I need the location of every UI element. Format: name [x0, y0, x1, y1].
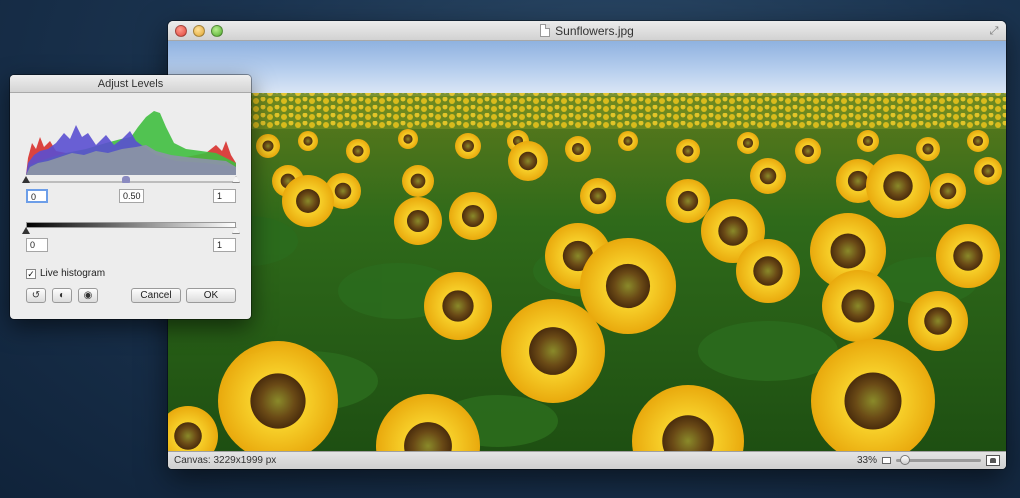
zoom-percent: 33%: [856, 455, 877, 466]
output-black-point-handle[interactable]: [22, 227, 30, 234]
window-title: Sunflowers.jpg: [555, 23, 634, 38]
zoom-slider-knob[interactable]: [899, 455, 910, 465]
output-gradient-bar: [26, 222, 236, 228]
preview-button[interactable]: ◉: [78, 288, 98, 303]
auto-contrast-button[interactable]: ◐: [52, 288, 72, 303]
input-gamma-field[interactable]: 0.50: [119, 189, 144, 203]
input-white-point-handle[interactable]: [232, 176, 240, 183]
fullscreen-icon[interactable]: ⤢: [988, 25, 1000, 37]
document-icon: [540, 24, 551, 37]
preview-eye-icon: ◉: [83, 290, 93, 301]
zoom-window-button[interactable]: [211, 25, 223, 37]
input-white-field[interactable]: 1: [213, 189, 236, 203]
image-window: Sunflowers.jpg ⤢ Canvas: 3229x1999 px 33…: [168, 21, 1006, 469]
input-levels-slider[interactable]: [26, 181, 236, 183]
input-gamma-handle[interactable]: [122, 176, 130, 183]
reset-icon: ↺: [31, 290, 41, 301]
cancel-button[interactable]: Cancel: [131, 288, 181, 303]
live-histogram-label[interactable]: Live histogram: [40, 268, 105, 279]
input-black-field[interactable]: 0: [26, 189, 48, 203]
contrast-icon: ◐: [58, 290, 66, 301]
status-bar: Canvas: 3229x1999 px 33%: [168, 451, 1006, 469]
live-histogram-row[interactable]: ✓ Live histogram: [26, 268, 105, 279]
adjust-levels-panel: Adjust Levels 0 0.50 1 0 1 ✓ Live histog…: [10, 75, 251, 319]
ok-button[interactable]: OK: [186, 288, 236, 303]
minimize-window-button[interactable]: [193, 25, 205, 37]
output-black-field[interactable]: 0: [26, 238, 48, 252]
output-white-point-handle[interactable]: [232, 227, 240, 234]
input-black-point-handle[interactable]: [22, 176, 30, 183]
sunflower-photo: [168, 41, 1006, 451]
output-white-field[interactable]: 1: [213, 238, 236, 252]
panel-title[interactable]: Adjust Levels: [10, 75, 251, 93]
zoom-in-icon[interactable]: [986, 455, 1000, 466]
histogram-chart: [26, 111, 236, 175]
close-window-button[interactable]: [175, 25, 187, 37]
window-titlebar[interactable]: Sunflowers.jpg ⤢: [168, 21, 1006, 41]
zoom-slider[interactable]: [896, 455, 981, 465]
canvas-size-label: Canvas: 3229x1999 px: [174, 455, 277, 466]
live-histogram-checkbox[interactable]: ✓: [26, 268, 36, 279]
reset-button[interactable]: ↺: [26, 288, 46, 303]
image-canvas[interactable]: [168, 41, 1006, 451]
zoom-out-icon[interactable]: [882, 457, 891, 464]
